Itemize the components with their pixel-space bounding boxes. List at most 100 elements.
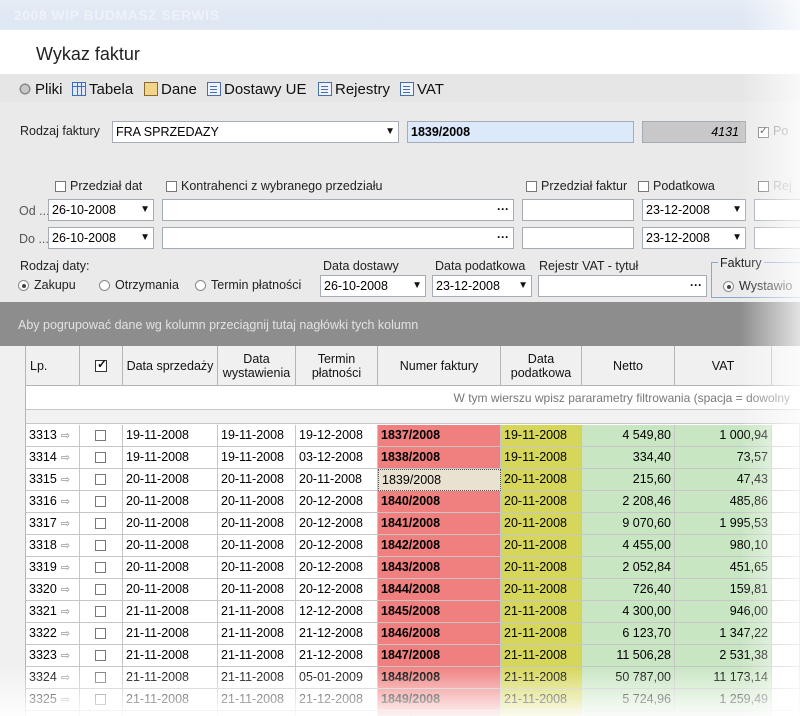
od-podatkowa-picker[interactable]: 23-12-2008 <box>642 199 746 221</box>
row-checkbox[interactable] <box>95 650 106 661</box>
cell-data-podatkowa: 20-11-2008 <box>501 491 582 513</box>
do-date-picker[interactable]: 26-10-2008 <box>48 227 154 249</box>
row-checkbox[interactable] <box>95 672 106 683</box>
table-row[interactable]: 3325 ⇨ 21-11-2008 21-11-2008 21-12-2008 1849/… <box>26 689 800 711</box>
termin-platnosci-radio[interactable] <box>195 280 206 291</box>
row-checkbox[interactable] <box>95 562 106 573</box>
przedzial-dat-checkbox[interactable] <box>55 181 66 192</box>
od-kontrahent-input[interactable] <box>162 199 514 221</box>
row-checkbox[interactable] <box>95 518 106 529</box>
col-header-data-wystawienia[interactable]: Data wystawienia <box>218 346 296 386</box>
group-by-area[interactable]: Aby pogrupować dane wg kolumn przeciągni… <box>0 302 800 346</box>
arrow-right-icon[interactable]: ⇨ <box>61 668 70 688</box>
otrzymania-radio[interactable] <box>99 280 110 291</box>
table-row[interactable]: 3319 ⇨ 20-11-2008 20-11-2008 20-12-2008 1843/… <box>26 557 800 579</box>
arrow-right-icon[interactable]: ⇨ <box>61 492 70 512</box>
podatkowa-checkbox[interactable] <box>638 181 649 192</box>
arrow-right-icon[interactable]: ⇨ <box>61 690 70 710</box>
cell-data-wystawienia: 20-11-2008 <box>218 491 296 513</box>
col-header-numer-faktury[interactable]: Numer faktury <box>378 346 501 386</box>
table-row[interactable]: 3322 ⇨ 21-11-2008 21-11-2008 21-12-2008 1846/… <box>26 623 800 645</box>
table-row[interactable]: 3313 ⇨ 19-11-2008 19-11-2008 19-12-2008 1837/… <box>26 425 800 447</box>
row-checkbox[interactable] <box>95 430 106 441</box>
toolbar-rejestry[interactable]: Rejestry <box>318 79 390 99</box>
select-all-checkbox-icon[interactable] <box>95 357 107 372</box>
toolbar-tabela[interactable]: Tabela <box>72 79 133 99</box>
zakupu-label: Zakupu <box>34 278 76 292</box>
col-header-data-sprzedazy[interactable]: Data sprzedaży <box>123 346 218 386</box>
table-row[interactable]: 3320 ⇨ 20-11-2008 20-11-2008 20-12-2008 1844/… <box>26 579 800 601</box>
col-header-vat[interactable]: VAT <box>675 346 772 386</box>
arrow-right-icon[interactable]: ⇨ <box>61 624 70 644</box>
toolbar-dane[interactable]: Dane <box>144 79 197 99</box>
table-row[interactable]: 3314 ⇨ 19-11-2008 19-11-2008 03-12-2008 1838/… <box>26 447 800 469</box>
data-dostawy-picker[interactable]: 26-10-2008 <box>320 275 426 297</box>
row-checkbox[interactable] <box>95 474 106 485</box>
do-rej-input[interactable] <box>754 227 800 249</box>
cell-numer-faktury-value: 1838/2008 <box>381 450 441 464</box>
table-row[interactable]: 3318 ⇨ 20-11-2008 20-11-2008 20-12-2008 1842/… <box>26 535 800 557</box>
arrow-right-icon[interactable]: ⇨ <box>61 426 70 446</box>
table-row[interactable]: 3326⇨21-11-200821-11-200821-12-20081850/… <box>26 711 800 716</box>
table-row[interactable]: 3316 ⇨ 20-11-2008 20-11-2008 20-12-2008 1840/… <box>26 491 800 513</box>
po-checkbox[interactable] <box>758 124 769 138</box>
table-row[interactable]: 3321 ⇨ 21-11-2008 21-11-2008 12-12-2008 1845/… <box>26 601 800 623</box>
cell-vat: 485,86 <box>675 491 772 513</box>
rejestr-vat-input[interactable] <box>538 275 707 297</box>
arrow-right-icon[interactable]: ⇨ <box>61 514 70 534</box>
row-checkbox[interactable] <box>95 496 106 507</box>
row-checkbox[interactable] <box>95 452 106 463</box>
do-podatkowa-picker[interactable]: 23-12-2008 <box>642 227 746 249</box>
cell-data-wystawienia-value: 21-11-2008 <box>221 692 285 706</box>
toolbar-pliki[interactable]: Pliki <box>18 79 63 99</box>
col-header-data-podatkowa[interactable]: Data podatkowa <box>501 346 582 386</box>
arrow-right-icon[interactable]: ⇨ <box>61 580 70 600</box>
col-header-termin-platnosci[interactable]: Termin płatności <box>296 346 378 386</box>
rodzaj-faktury-select[interactable]: FRA SPRZEDAZY <box>112 121 399 143</box>
kontrahenci-checkbox[interactable] <box>166 181 177 192</box>
arrow-right-icon[interactable]: ⇨ <box>61 602 70 622</box>
podatkowa-label: Podatkowa <box>653 179 715 193</box>
arrow-right-icon[interactable]: ⇨ <box>61 558 70 578</box>
od-date-picker[interactable]: 26-10-2008 <box>48 199 154 221</box>
row-checkbox[interactable] <box>95 628 106 639</box>
table-row[interactable]: 3323 ⇨ 21-11-2008 21-11-2008 21-12-2008 1847/… <box>26 645 800 667</box>
cell-termin-platnosci: 20-12-2008 <box>296 491 378 513</box>
table-row[interactable]: 3317 ⇨ 20-11-2008 20-11-2008 20-12-2008 1841/… <box>26 513 800 535</box>
invoice-number-input[interactable]: 1839/2008 <box>407 121 634 143</box>
przedzial-faktur-checkbox[interactable] <box>526 181 537 192</box>
col-header-lp[interactable]: Lp. <box>26 346 80 386</box>
kontrahenci-label: Kontrahenci z wybranego przedziału <box>181 179 383 193</box>
cell-data-wystawienia: 19-11-2008 <box>218 425 296 447</box>
row-checkbox[interactable] <box>95 584 106 595</box>
arrow-right-icon[interactable]: ⇨ <box>61 448 70 468</box>
arrow-right-icon[interactable]: ⇨ <box>61 646 70 666</box>
toolbar-vat[interactable]: VAT <box>400 79 444 99</box>
cell-termin-platnosci-value: 20-12-2008 <box>299 560 363 574</box>
data-podatkowa-picker[interactable]: 23-12-2008 <box>432 275 532 297</box>
cell-data-podatkowa-value: 21-11-2008 <box>504 604 568 618</box>
faktury-label: Faktury <box>718 256 764 270</box>
do-faktura-input[interactable] <box>522 227 634 249</box>
wystawione-radio[interactable] <box>723 281 734 292</box>
row-checkbox[interactable] <box>95 694 106 705</box>
row-checkbox[interactable] <box>95 606 106 617</box>
row-checkbox[interactable] <box>95 540 106 551</box>
rej-checkbox[interactable] <box>758 181 769 192</box>
table-row[interactable]: 3315 ⇨ 20-11-2008 20-11-2008 20-11-2008 1839/… <box>26 469 800 491</box>
zakupu-radio[interactable] <box>18 280 29 291</box>
arrow-right-icon[interactable]: ⇨ <box>61 712 70 716</box>
arrow-right-icon[interactable]: ⇨ <box>61 536 70 556</box>
table-row[interactable]: 3324 ⇨ 21-11-2008 21-11-2008 05-01-2009 1848/… <box>26 667 800 689</box>
cell-data-sprzedazy: 20-11-2008 <box>123 469 218 491</box>
toolbar-dostawy-ue[interactable]: Dostawy UE <box>207 79 307 99</box>
od-faktura-input[interactable] <box>522 199 634 221</box>
cell-data-sprzedazy: 20-11-2008 <box>123 513 218 535</box>
od-rej-input[interactable] <box>754 199 800 221</box>
cell-select <box>80 645 123 667</box>
filter-row[interactable]: W tym wierszu wpisz pararametry filtrowa… <box>26 386 800 410</box>
do-kontrahent-input[interactable] <box>162 227 514 249</box>
col-header-netto[interactable]: Netto <box>582 346 675 386</box>
col-header-select[interactable] <box>80 346 123 386</box>
arrow-right-icon[interactable]: ⇨ <box>61 470 70 490</box>
